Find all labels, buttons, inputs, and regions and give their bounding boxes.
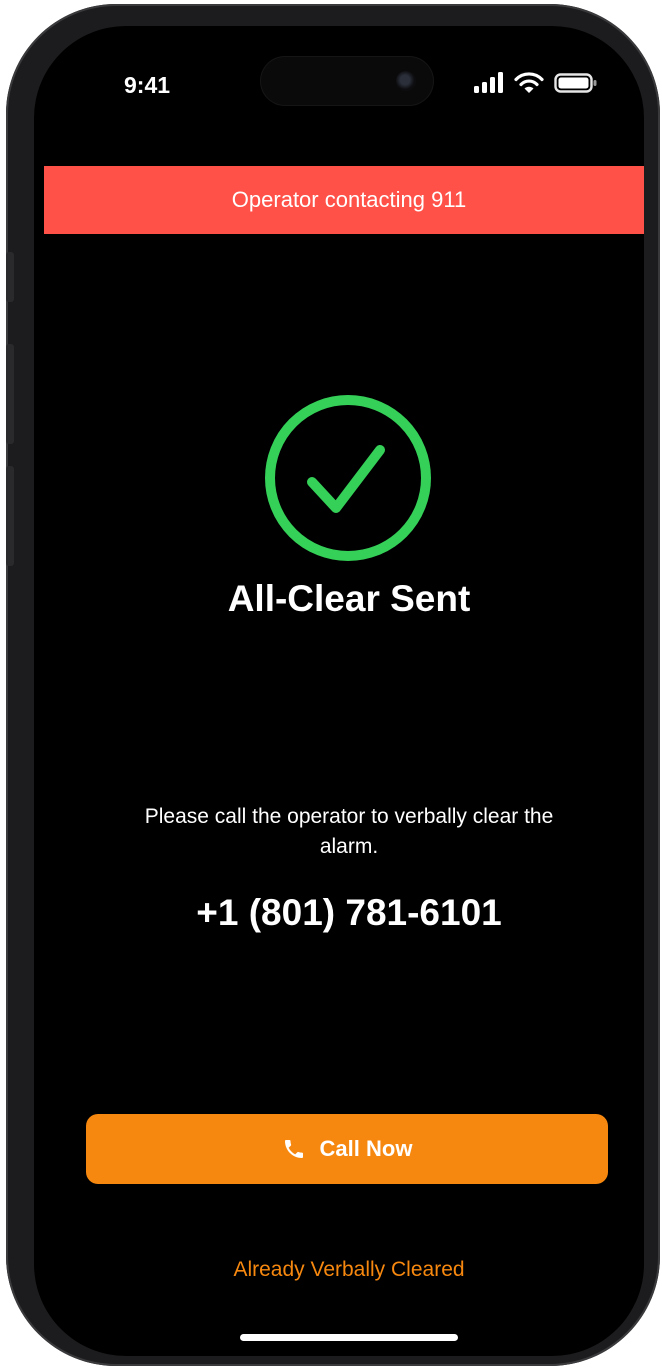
operator-phone-number: +1 (801) 781-6101: [196, 892, 502, 933]
status-bar: 9:41: [34, 26, 644, 146]
checkmark-circle-icon: [262, 392, 434, 564]
volume-down-button: [6, 466, 14, 566]
instructions-text: Please call the operator to verbally cle…: [144, 805, 554, 858]
volume-up-button: [6, 344, 14, 444]
status-title: All-Clear Sent: [227, 578, 471, 619]
phone-icon: [284, 1140, 303, 1158]
dynamic-island: [260, 56, 434, 106]
call-now-button[interactable]: Call Now: [86, 1114, 608, 1184]
already-cleared-link[interactable]: Already Verbally Cleared: [34, 1258, 644, 1282]
battery-icon: [554, 73, 597, 93]
home-indicator[interactable]: [240, 1334, 458, 1341]
status-time: 9:41: [124, 72, 171, 98]
wifi-icon: [514, 72, 544, 93]
call-now-label: Call Now: [319, 1136, 413, 1161]
phone-frame: 9:41 Operator contacting 911 All-Clear S…: [6, 4, 660, 1366]
screen: 9:41 Operator contacting 911 All-Clear S…: [34, 26, 644, 1356]
action-button: [6, 252, 14, 302]
alert-banner: Operator contacting 911: [44, 166, 644, 234]
cellular-signal-icon: [474, 72, 503, 93]
front-camera: [396, 71, 416, 91]
